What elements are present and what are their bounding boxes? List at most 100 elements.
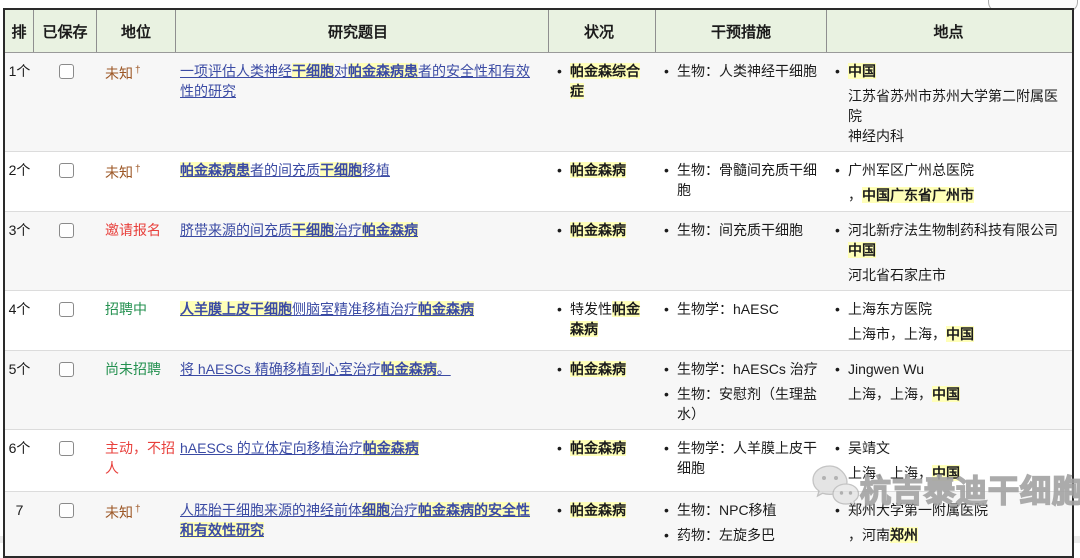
list-item-text: 生物学：hAESC bbox=[677, 299, 821, 319]
location-line: ，中国广东省广州市 bbox=[848, 185, 1070, 205]
list-item-text: 生物：骨髓间充质干细胞 bbox=[677, 160, 821, 200]
text-segment: 河北新疗法生物制药科技有限公司 bbox=[848, 222, 1058, 238]
text-segment: 者的间充质 bbox=[250, 162, 320, 178]
list-item-text: 帕金森综合症 bbox=[570, 61, 650, 101]
list-item-text: 生物学：人羊膜上皮干细胞 bbox=[677, 438, 821, 478]
conditions-cell: •帕金森病 bbox=[549, 351, 656, 429]
list-item: •生物：安慰剂（生理盐水） bbox=[664, 384, 821, 424]
text-segment: 上海，上海， bbox=[848, 465, 932, 481]
location-line: 上海，上海，中国 bbox=[848, 384, 1070, 404]
text-segment: 上海，上海， bbox=[848, 386, 932, 402]
save-checkbox[interactable] bbox=[59, 302, 74, 317]
bullet-icon: • bbox=[557, 299, 570, 339]
title-cell: 人羊膜上皮干细胞侧脑室精准移植治疗帕金森病 bbox=[176, 291, 549, 350]
bullet-icon: • bbox=[835, 438, 848, 458]
rank-cell: 3个 bbox=[5, 212, 34, 290]
list-item: •生物：间充质干细胞 bbox=[664, 220, 821, 240]
highlighted-term: 帕金森病 bbox=[570, 361, 626, 377]
list-item: •生物：人类神经干细胞 bbox=[664, 61, 821, 81]
text-segment: 移植 bbox=[362, 162, 390, 178]
bullet-icon: • bbox=[664, 359, 677, 379]
bullet-icon: • bbox=[664, 438, 677, 478]
save-checkbox[interactable] bbox=[59, 64, 74, 79]
text-segment: 生物学：人羊膜上皮干细胞 bbox=[677, 440, 817, 476]
column-header-title: 研究题目 bbox=[176, 10, 549, 52]
highlighted-term: 帕金森病 bbox=[570, 222, 626, 238]
list-item: •生物：骨髓间充质干细胞 bbox=[664, 160, 821, 200]
bullet-icon: • bbox=[557, 220, 570, 240]
dagger-icon: † bbox=[135, 164, 141, 175]
highlighted-term: 干细胞 bbox=[320, 162, 362, 178]
highlighted-term: 帕金森病 bbox=[570, 440, 626, 456]
saved-cell bbox=[34, 152, 97, 211]
locations-cell: •河北新疗法生物制药科技有限公司中国河北省石家庄市 bbox=[827, 212, 1072, 290]
highlighted-term: 帕金森病患 bbox=[348, 63, 418, 79]
study-title-link[interactable]: 一项评估人类神经干细胞对帕金森病患者的安全性和有效性的研究 bbox=[180, 63, 530, 99]
location-line: 江苏省苏州市苏州大学第二附属医院 bbox=[848, 86, 1070, 126]
list-item-text: 药物：左旋多巴 bbox=[677, 525, 821, 545]
rank-cell: 2个 bbox=[5, 152, 34, 211]
interventions-cell: •生物：间充质干细胞 bbox=[656, 212, 827, 290]
rank-cell: 5个 bbox=[5, 351, 34, 429]
highlighted-term: 细胞 bbox=[362, 502, 390, 518]
text-segment: 。 bbox=[437, 361, 451, 377]
table-row: 2个未知†帕金森病患者的间充质干细胞移植•帕金森病•生物：骨髓间充质干细胞•广州… bbox=[5, 151, 1072, 211]
text-segment: 广州军区广州总医院 bbox=[848, 162, 974, 178]
study-title-link[interactable]: 将 hAESCs 精确移植到心室治疗帕金森病。 bbox=[180, 361, 451, 377]
bullet-icon: • bbox=[557, 359, 570, 379]
save-checkbox[interactable] bbox=[59, 441, 74, 456]
bullet-icon: • bbox=[557, 438, 570, 458]
highlighted-term: 帕金森综合症 bbox=[570, 63, 640, 99]
list-item-text: 帕金森病 bbox=[570, 359, 650, 379]
text-segment: 郑州大学第一附属医院 bbox=[848, 502, 988, 518]
text-segment: 江苏省苏州市苏州大学第二附属医院 bbox=[848, 88, 1058, 124]
study-title-link[interactable]: 脐带来源的间充质干细胞治疗帕金森病 bbox=[180, 222, 418, 238]
status-text: 未知 bbox=[105, 165, 133, 181]
highlighted-term: 中国 bbox=[932, 465, 960, 481]
study-title-link[interactable]: 帕金森病患者的间充质干细胞移植 bbox=[180, 162, 390, 178]
study-title-link[interactable]: hAESCs 的立体定向移植治疗帕金森病 bbox=[180, 440, 419, 456]
locations-cell: •上海东方医院上海市，上海，中国 bbox=[827, 291, 1072, 350]
list-item: •帕金森病 bbox=[557, 500, 650, 520]
highlighted-term: 帕金森病 bbox=[363, 440, 419, 456]
text-segment: 对 bbox=[334, 63, 348, 79]
bullet-icon: • bbox=[557, 500, 570, 520]
text-segment: 侧脑室精准移植治疗 bbox=[292, 301, 418, 317]
column-header-saved: 已保存 bbox=[34, 10, 97, 52]
locations-cell: •广州军区广州总医院，中国广东省广州市 bbox=[827, 152, 1072, 211]
list-item: •药物：左旋多巴 bbox=[664, 525, 821, 545]
interventions-cell: •生物：NPC移植•药物：左旋多巴 bbox=[656, 492, 827, 556]
highlighted-term: 干细胞 bbox=[292, 222, 334, 238]
title-cell: 将 hAESCs 精确移植到心室治疗帕金森病。 bbox=[176, 351, 549, 429]
interventions-cell: •生物：人类神经干细胞 bbox=[656, 53, 827, 151]
save-checkbox[interactable] bbox=[59, 163, 74, 178]
conditions-cell: •帕金森病 bbox=[549, 152, 656, 211]
save-checkbox[interactable] bbox=[59, 503, 74, 518]
location-line: 河北省石家庄市 bbox=[848, 265, 1070, 285]
title-cell: 一项评估人类神经干细胞对帕金森病患者的安全性和有效性的研究 bbox=[176, 53, 549, 151]
highlighted-term: 帕金森病 bbox=[570, 162, 626, 178]
study-title-link[interactable]: 人胚胎干细胞来源的神经前体细胞治疗帕金森病的安全性和有效性研究 bbox=[180, 502, 530, 538]
column-header-rank: 排 bbox=[5, 10, 34, 52]
saved-cell bbox=[34, 492, 97, 556]
text-segment: 药物：左旋多巴 bbox=[677, 527, 775, 543]
save-checkbox[interactable] bbox=[59, 223, 74, 238]
conditions-cell: •帕金森病 bbox=[549, 212, 656, 290]
save-checkbox[interactable] bbox=[59, 362, 74, 377]
text-segment: 生物：安慰剂（生理盐水） bbox=[677, 386, 817, 422]
status-text: 招聘中 bbox=[105, 301, 147, 317]
column-header-interventions: 干预措施 bbox=[656, 10, 827, 52]
location-line: 上海市，上海，中国 bbox=[848, 324, 1070, 344]
highlighted-term: 帕金森病 bbox=[362, 222, 418, 238]
list-item-text: 帕金森病 bbox=[570, 160, 650, 180]
status-cell: 招聘中 bbox=[97, 291, 176, 350]
status-cell: 未知† bbox=[97, 53, 176, 151]
text-segment: 脐带来源的间充质 bbox=[180, 222, 292, 238]
saved-cell bbox=[34, 430, 97, 491]
column-header-conditions: 状况 bbox=[549, 10, 656, 52]
text-segment: 上海市，上海， bbox=[848, 326, 946, 342]
bullet-icon: • bbox=[664, 61, 677, 81]
study-title-link[interactable]: 人羊膜上皮干细胞侧脑室精准移植治疗帕金森病 bbox=[180, 301, 474, 317]
status-cell: 未知† bbox=[97, 152, 176, 211]
column-header-status: 地位 bbox=[97, 10, 176, 52]
